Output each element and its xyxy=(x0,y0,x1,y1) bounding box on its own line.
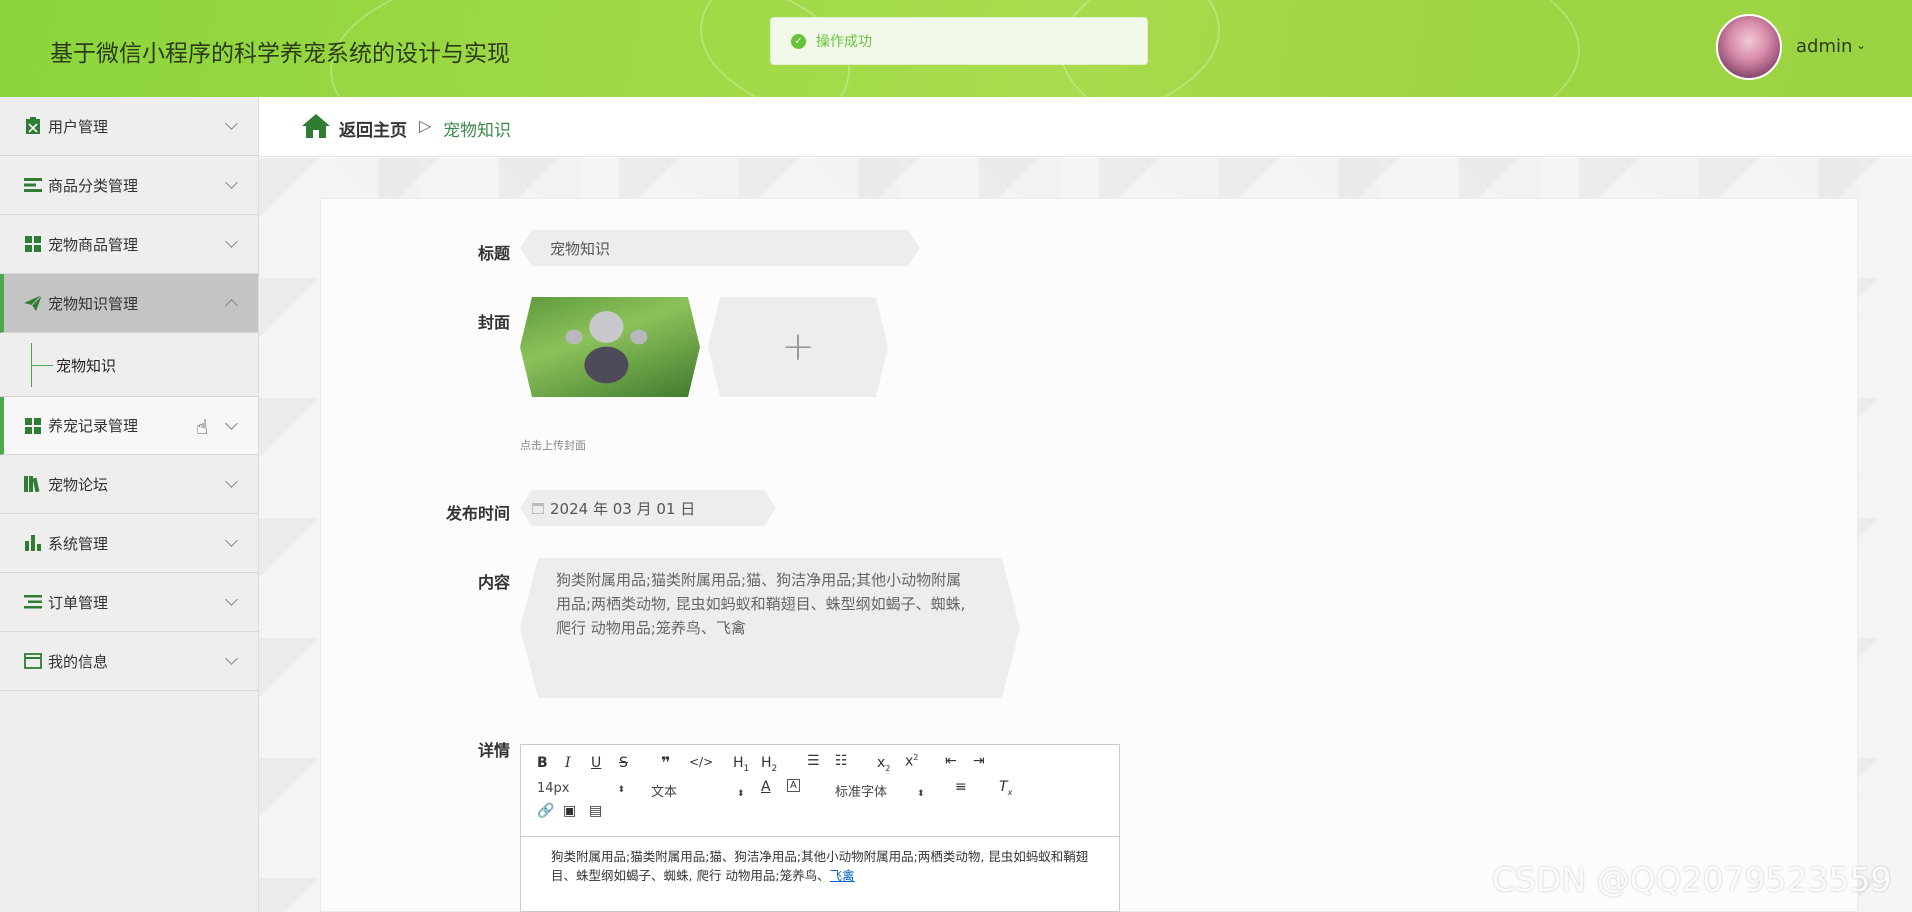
h2-button[interactable]: H2 xyxy=(761,755,777,774)
sidebar-item-category-management[interactable]: 商品分类管理 xyxy=(0,156,258,215)
success-toast: ✓ 操作成功 xyxy=(770,17,1148,65)
quote-icon[interactable]: ❞ xyxy=(661,753,670,772)
code-icon[interactable]: </> xyxy=(689,755,713,769)
h1-button[interactable]: H1 xyxy=(733,755,749,774)
chevron-down-icon xyxy=(225,417,238,430)
sidebar-item-label: 用户管理 xyxy=(48,117,109,136)
bullet-list-icon[interactable]: ☷ xyxy=(835,753,848,769)
tree-line xyxy=(31,365,53,366)
sidebar-item-label: 宠物知识管理 xyxy=(48,294,139,313)
align-icon[interactable]: ≡ xyxy=(955,779,967,795)
sidebar-item-pet-record-management[interactable]: 养宠记录管理 xyxy=(0,397,258,455)
chevron-up-icon xyxy=(225,299,238,312)
font-color-icon[interactable]: A xyxy=(761,779,771,795)
subscript-button[interactable]: x2 xyxy=(877,755,890,773)
toast-message: 操作成功 xyxy=(816,34,872,50)
sidebar-subitem-pet-knowledge[interactable]: 宠物知识 xyxy=(0,333,258,397)
content-textarea[interactable]: 狗类附属用品;猫类附属用品;猫、狗洁净用品;其他小动物附属用品;两栖类动物, 昆… xyxy=(520,558,1020,698)
indent-icon[interactable]: ⇥ xyxy=(973,753,985,769)
sidebar-item-label: 商品分类管理 xyxy=(48,176,139,195)
underline-button[interactable]: U xyxy=(591,755,601,771)
editor-toolbar: B I U S ❞ </> H1 H2 ☰ ☷ x2 x2 ⇤ ⇥ 14px ⬍ … xyxy=(521,745,1119,837)
chevron-down-icon xyxy=(225,117,238,130)
home-icon[interactable] xyxy=(301,113,331,139)
date-label: 发布时间 xyxy=(445,504,510,523)
sidebar-item-pet-forum[interactable]: 宠物论坛 xyxy=(0,455,258,514)
sidebar-item-my-info[interactable]: 我的信息 xyxy=(0,632,258,691)
italic-button[interactable]: I xyxy=(565,755,571,771)
sidebar-item-user-management[interactable]: 用户管理 xyxy=(0,97,258,156)
cover-image[interactable] xyxy=(520,297,700,397)
cover-label: 封面 xyxy=(477,313,510,332)
date-value: 2024 年 03 月 01 日 xyxy=(550,499,696,518)
sidebar-item-label: 养宠记录管理 xyxy=(48,417,139,435)
books-icon xyxy=(24,475,42,493)
chevron-down-icon xyxy=(225,593,238,606)
check-circle-icon: ✓ xyxy=(791,33,806,49)
grid-icon xyxy=(24,235,42,253)
app-title: 基于微信小程序的科学养宠系统的设计与实现 xyxy=(50,41,510,67)
chevron-down-icon xyxy=(225,534,238,547)
date-picker[interactable]: 2024 年 03 月 01 日 xyxy=(520,490,776,526)
list-icon xyxy=(24,593,42,611)
video-icon[interactable]: ▤ xyxy=(589,803,602,819)
upload-hint: 点击上传封面 xyxy=(520,439,586,452)
chevron-down-icon[interactable]: ⌄ xyxy=(1856,38,1866,52)
chevron-down-icon xyxy=(225,235,238,248)
editor-text: 狗类附属用品;猫类附属用品;猫、狗洁净用品;其他小动物附属用品;两栖类动物, 昆… xyxy=(551,849,1089,883)
sidebar-item-label: 宠物商品管理 xyxy=(48,235,139,254)
editor-content[interactable]: 狗类附属用品;猫类附属用品;猫、狗洁净用品;其他小动物附属用品;两栖类动物, 昆… xyxy=(521,837,1119,885)
sidebar-item-label: 宠物论坛 xyxy=(48,475,109,494)
ordered-list-icon[interactable]: ☰ xyxy=(807,753,820,769)
content-label: 内容 xyxy=(477,573,510,592)
chevron-down-icon xyxy=(225,475,238,488)
sidebar-item-label: 我的信息 xyxy=(48,652,109,671)
chevron-down-icon xyxy=(225,652,238,665)
font-family-select[interactable]: 标准字体 ⬍ xyxy=(835,781,925,800)
font-size-select[interactable]: 14px ⬍ xyxy=(537,781,625,796)
hand-cursor-icon: ☝ xyxy=(196,415,209,439)
card-icon xyxy=(24,652,42,670)
sidebar-item-label: 系统管理 xyxy=(48,534,109,553)
grid-icon xyxy=(24,417,42,435)
bar-chart-icon xyxy=(24,534,42,552)
strike-button[interactable]: S xyxy=(619,755,628,771)
user-menu[interactable]: admin xyxy=(1796,36,1852,57)
sidebar-item-system-management[interactable]: 系统管理 xyxy=(0,514,258,573)
detail-label: 详情 xyxy=(477,741,510,760)
watermark: CSDN @QQ2079523559 xyxy=(1492,860,1892,899)
clear-format-icon[interactable]: Tx xyxy=(999,779,1012,797)
outdent-icon[interactable]: ⇤ xyxy=(945,753,957,769)
bold-button[interactable]: B xyxy=(537,755,548,771)
title-input[interactable]: 宠物知识 xyxy=(520,230,920,266)
sidebar-item-pet-goods-management[interactable]: 宠物商品管理 xyxy=(0,215,258,274)
calendar-icon xyxy=(532,503,544,514)
sidebar-item-pet-knowledge-management[interactable]: 宠物知识管理 xyxy=(0,274,258,333)
plus-icon: + xyxy=(781,324,815,370)
image-icon[interactable]: ▣ xyxy=(563,803,576,819)
sidebar-subitem-label: 宠物知识 xyxy=(56,357,117,375)
sidebar: 用户管理 商品分类管理 宠物商品管理 宠物知识管理 宠物知识 养宠记录管理 宠物… xyxy=(0,97,259,912)
breadcrumb-separator: ▷ xyxy=(419,116,432,135)
clipboard-icon xyxy=(24,117,42,135)
rich-text-editor: B I U S ❞ </> H1 H2 ☰ ☷ x2 x2 ⇤ ⇥ 14px ⬍ … xyxy=(520,744,1120,912)
cover-upload-button[interactable]: + xyxy=(708,297,888,397)
title-label: 标题 xyxy=(477,244,510,263)
breadcrumb-home-link[interactable]: 返回主页 xyxy=(339,116,407,141)
top-header: 基于微信小程序的科学养宠系统的设计与实现 ✓ 操作成功 admin ⌄ xyxy=(0,0,1912,97)
breadcrumb-current: 宠物知识 xyxy=(443,121,511,141)
chevron-down-icon xyxy=(225,176,238,189)
editor-link[interactable]: 飞禽 xyxy=(830,868,855,883)
text-type-select[interactable]: 文本 ⬍ xyxy=(651,781,745,800)
link-icon[interactable]: 🔗 xyxy=(537,803,554,819)
background-color-icon[interactable]: A xyxy=(787,779,800,792)
superscript-button[interactable]: x2 xyxy=(905,753,918,770)
sidebar-item-order-management[interactable]: 订单管理 xyxy=(0,573,258,632)
avatar[interactable] xyxy=(1716,14,1782,80)
breadcrumb: 返回主页 ▷ 宠物知识 xyxy=(259,97,1912,157)
paper-plane-icon xyxy=(24,294,42,312)
sidebar-item-label: 订单管理 xyxy=(48,593,109,612)
list-icon xyxy=(24,176,42,194)
